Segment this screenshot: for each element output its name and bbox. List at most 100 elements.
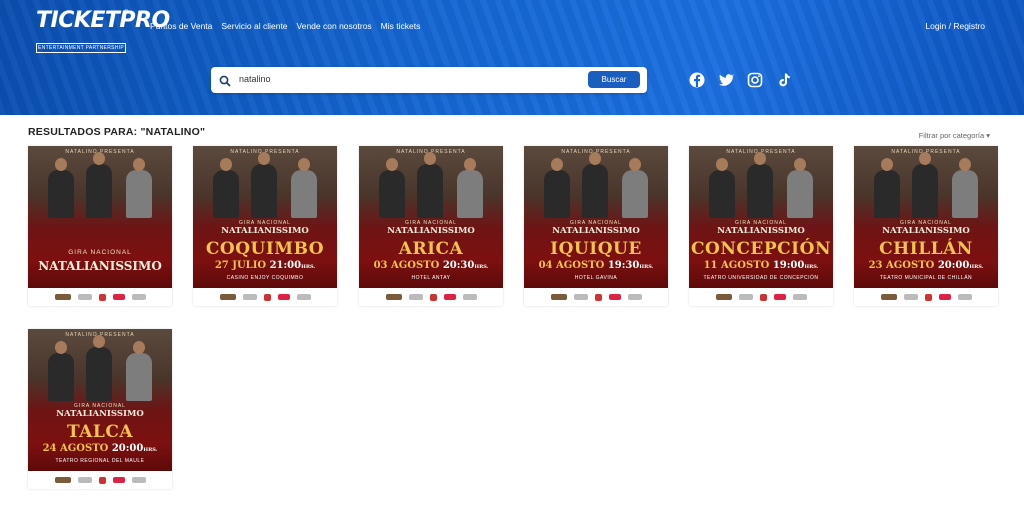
- sponsor-logo: [738, 294, 753, 300]
- sponsor-logos: [28, 288, 172, 306]
- sponsor-logos: [28, 471, 172, 489]
- instagram-icon[interactable]: [747, 72, 763, 88]
- poster-time: 20:30: [442, 260, 475, 271]
- event-card[interactable]: NATALINO PRESENTA GIRA NACIONAL NATALIAN…: [28, 329, 172, 489]
- artist-figure: [544, 158, 570, 218]
- event-poster[interactable]: NATALINO PRESENTA GIRA NACIONAL NATALIAN…: [193, 146, 337, 288]
- poster-city: CONCEPCIÓN: [691, 239, 831, 259]
- event-poster[interactable]: NATALINO PRESENTA GIRA NACIONAL NATALIAN…: [854, 146, 998, 288]
- search-button[interactable]: Buscar: [588, 71, 640, 88]
- nav-mis-tickets[interactable]: Mis tickets: [381, 21, 421, 31]
- twitter-icon[interactable]: [718, 72, 735, 88]
- poster-venue: HOTEL GAVINA: [574, 275, 618, 281]
- sponsor-logo: [385, 294, 402, 300]
- sponsor-logo: [608, 294, 621, 300]
- event-card[interactable]: NATALINO PRESENTA GIRA NACIONAL NATALIAN…: [28, 146, 172, 306]
- poster-venue: TEATRO UNIVERSIDAD DE CONCEPCIÓN: [703, 275, 819, 281]
- sponsor-logo: [408, 294, 423, 300]
- sponsor-logos: [854, 288, 998, 306]
- event-poster[interactable]: NATALINO PRESENTA GIRA NACIONAL NATALIAN…: [28, 329, 172, 471]
- poster-show-title: NATALIANISSIMO: [56, 409, 144, 419]
- event-poster[interactable]: NATALINO PRESENTA GIRA NACIONAL NATALIAN…: [359, 146, 503, 288]
- sponsor-logo: [112, 477, 125, 483]
- sponsor-logo: [443, 294, 456, 300]
- poster-city: TALCA: [66, 422, 134, 442]
- sponsor-logo: [296, 294, 311, 300]
- sponsor-logo: [594, 293, 602, 301]
- sponsor-logo: [627, 294, 642, 300]
- poster-hrs: HRS.: [474, 264, 489, 270]
- artist-figure: [622, 158, 648, 218]
- sponsor-logo: [242, 294, 257, 300]
- poster-show-title: NATALIANISSIMO: [387, 226, 475, 236]
- artist-figure: [126, 158, 152, 218]
- tiktok-icon[interactable]: [776, 72, 792, 88]
- site-header: TICKETPRO ® ENTERTAINMENT PARTNERSHIP Pu…: [0, 0, 1024, 115]
- sponsor-logo: [924, 293, 932, 301]
- main-nav: Puntos de Venta Servicio al cliente Vend…: [150, 21, 420, 31]
- artist-figure: [86, 335, 112, 401]
- artist-figure: [709, 158, 735, 218]
- sponsor-logo: [77, 294, 92, 300]
- event-poster[interactable]: NATALINO PRESENTA GIRA NACIONAL NATALIAN…: [689, 146, 833, 288]
- logo-tagline: ENTERTAINMENT PARTNERSHIP: [36, 43, 126, 53]
- search-input[interactable]: natalino: [239, 74, 271, 84]
- event-poster[interactable]: NATALINO PRESENTA GIRA NACIONAL NATALIAN…: [524, 146, 668, 288]
- event-card[interactable]: NATALINO PRESENTA GIRA NACIONAL NATALIAN…: [854, 146, 998, 306]
- sponsor-logos: [193, 288, 337, 306]
- poster-time: 19:00: [772, 260, 805, 271]
- artist-figure: [48, 158, 74, 218]
- event-poster[interactable]: NATALINO PRESENTA GIRA NACIONAL NATALIAN…: [28, 146, 172, 288]
- sponsor-logo: [277, 294, 290, 300]
- poster-time: 19:30: [607, 260, 640, 271]
- search-bar: natalino Buscar: [211, 67, 647, 93]
- logo-name: TICKETPRO: [36, 8, 170, 33]
- ticketpro-logo[interactable]: TICKETPRO ® ENTERTAINMENT PARTNERSHIP: [36, 8, 170, 54]
- poster-venue: TEATRO MUNICIPAL DE CHILLÁN: [879, 275, 973, 281]
- poster-time: 21:00: [269, 260, 302, 271]
- filter-by-category-dropdown[interactable]: Filtrar por categoría ▾: [919, 131, 990, 140]
- sponsor-logo: [880, 294, 897, 300]
- logo-registered-mark: ®: [124, 10, 129, 16]
- nav-vende-con-nosotros[interactable]: Vende con nosotros: [297, 21, 372, 31]
- artist-figure: [251, 152, 277, 218]
- poster-gira: GIRA NACIONAL: [68, 249, 132, 256]
- poster-date: 23 AGOSTO 20:00HRS.: [854, 260, 998, 271]
- sponsor-logo: [98, 476, 106, 484]
- poster-date-day: 04 AGOSTO: [538, 260, 605, 271]
- poster-hrs: HRS.: [301, 264, 316, 270]
- sponsor-logo: [903, 294, 918, 300]
- poster-venue: TEATRO REGIONAL DEL MAULE: [55, 458, 145, 464]
- poster-date: 03 AGOSTO 20:30HRS.: [359, 260, 503, 271]
- poster-hrs: HRS.: [639, 264, 654, 270]
- sponsor-logos: [359, 288, 503, 306]
- nav-puntos-de-venta[interactable]: Puntos de Venta: [150, 21, 212, 31]
- facebook-icon[interactable]: [689, 72, 705, 88]
- poster-hrs: HRS.: [804, 264, 819, 270]
- poster-city: ARICA: [398, 239, 464, 259]
- event-card[interactable]: NATALINO PRESENTA GIRA NACIONAL NATALIAN…: [193, 146, 337, 306]
- sponsor-logo: [957, 294, 972, 300]
- event-card[interactable]: NATALINO PRESENTA GIRA NACIONAL NATALIAN…: [524, 146, 668, 306]
- poster-venue: CASINO ENJOY COQUIMBO: [226, 275, 304, 281]
- nav-servicio-al-cliente[interactable]: Servicio al cliente: [221, 21, 287, 31]
- artist-figure: [48, 341, 74, 401]
- sponsor-logo: [715, 294, 732, 300]
- poster-venue: HOTEL ANTAY: [411, 275, 451, 281]
- poster-date-day: 03 AGOSTO: [373, 260, 440, 271]
- poster-date-day: 23 AGOSTO: [868, 260, 935, 271]
- sponsor-logos: [689, 288, 833, 306]
- event-card[interactable]: NATALINO PRESENTA GIRA NACIONAL NATALIAN…: [359, 146, 503, 306]
- login-register-link[interactable]: Login / Registro: [925, 21, 985, 31]
- sponsor-logo: [938, 294, 951, 300]
- sponsor-logo: [792, 294, 807, 300]
- poster-show-title: NATALIANISSIMO: [717, 226, 805, 236]
- poster-date-day: 27 JULIO: [214, 260, 267, 271]
- sponsor-logo: [131, 294, 146, 300]
- event-card[interactable]: NATALINO PRESENTA GIRA NACIONAL NATALIAN…: [689, 146, 833, 306]
- sponsor-logo: [112, 294, 125, 300]
- sponsor-logo: [98, 293, 106, 301]
- sponsor-logo: [573, 294, 588, 300]
- sponsor-logo: [131, 477, 146, 483]
- sponsor-logo: [54, 477, 71, 483]
